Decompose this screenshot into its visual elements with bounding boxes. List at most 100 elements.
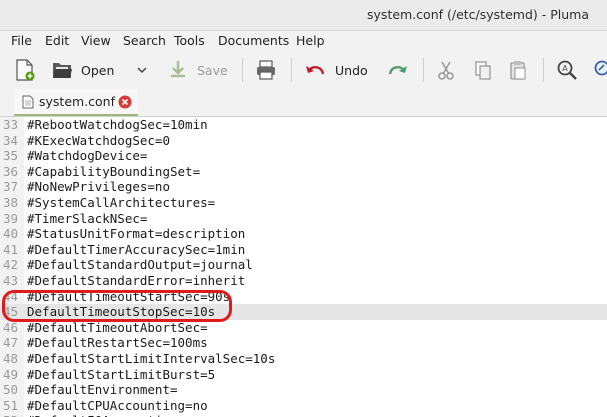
print-icon	[257, 60, 275, 80]
editor-line[interactable]: 45 DefaultTimeoutStopSec=10s	[0, 304, 607, 320]
editor-line[interactable]: 40 #StatusUnitFormat=description	[0, 226, 607, 242]
cut-button[interactable]	[436, 51, 456, 89]
open-label: Open	[81, 62, 115, 78]
line-number: 41	[3, 241, 19, 257]
editor-line[interactable]: 46 #DefaultTimeoutAbortSec=	[0, 320, 607, 336]
line-number: 36	[3, 163, 19, 179]
line-number: 43	[3, 272, 19, 288]
replace-button[interactable]	[592, 51, 607, 89]
toolbar-separator	[543, 58, 544, 82]
document-icon	[22, 95, 34, 109]
new-document-icon	[16, 59, 35, 81]
editor-line[interactable]: 34 #KExecWatchdogSec=0	[0, 133, 607, 149]
save-label: Save	[197, 62, 228, 78]
replace-icon	[594, 60, 607, 76]
find-button[interactable]: A	[556, 51, 578, 89]
line-number: 42	[3, 257, 19, 273]
line-text: #DefaultCPUAccounting=no	[27, 397, 208, 413]
editor-lines: 33 #RebootWatchdogSec=10min 34 #KExecWatchd…	[0, 117, 607, 417]
line-text: #DefaultRestartSec=100ms	[27, 335, 208, 351]
editor-line[interactable]: 42 #DefaultStandardOutput=journal	[0, 257, 607, 273]
line-text: #DefaultStartLimitIntervalSec=10s	[27, 350, 276, 366]
editor-line[interactable]: 44 #DefaultTimeoutStartSec=90s	[0, 289, 607, 305]
editor-line[interactable]: 41 #DefaultTimerAccuracySec=1min	[0, 242, 607, 258]
line-text: #DefaultTimerAccuracySec=1min	[27, 241, 246, 257]
line-number: 48	[3, 350, 19, 366]
find-icon: A	[557, 60, 577, 80]
editor-line[interactable]: 33 #RebootWatchdogSec=10min	[0, 117, 607, 133]
cut-icon	[438, 61, 454, 80]
editor-line[interactable]: 48 #DefaultStartLimitIntervalSec=10s	[0, 351, 607, 367]
toolbar: Open Save Undo A	[0, 51, 607, 90]
menu-edit[interactable]: Edit	[45, 33, 69, 48]
toolbar-separator	[423, 58, 424, 82]
menu-view[interactable]: View	[81, 33, 111, 48]
editor-line[interactable]: 43 #DefaultStandardError=inherit	[0, 273, 607, 289]
close-icon[interactable]	[118, 95, 132, 109]
line-number: 51	[3, 397, 19, 413]
save-icon	[171, 61, 185, 78]
editor-line[interactable]: 51 #DefaultCPUAccounting=no	[0, 398, 607, 414]
line-number: 37	[3, 179, 19, 195]
title-bar[interactable]: system.conf (/etc/systemd) - Pluma	[0, 0, 607, 31]
line-text: #DefaultTimeoutStartSec=90s	[27, 288, 231, 304]
line-number: 46	[3, 319, 19, 335]
menu-tools[interactable]: Tools	[174, 33, 205, 48]
svg-text:A: A	[562, 64, 568, 73]
editor-line[interactable]: 49 #DefaultStartLimitBurst=5	[0, 367, 607, 383]
undo-button[interactable]: Undo	[303, 51, 368, 89]
tab-bar: system.conf	[0, 89, 607, 117]
line-text: #DefaultStandardError=inherit	[27, 272, 246, 288]
line-number: 50	[3, 382, 19, 398]
menu-help[interactable]: Help	[296, 33, 325, 48]
open-button[interactable]: Open	[50, 51, 114, 89]
window-title: system.conf (/etc/systemd) - Pluma	[367, 7, 589, 22]
line-number: 52	[3, 413, 23, 417]
line-text: #StatusUnitFormat=description	[27, 226, 246, 242]
line-number: 44	[3, 288, 19, 304]
paste-button[interactable]	[508, 51, 528, 89]
copy-button[interactable]	[473, 51, 493, 89]
open-folder-icon	[53, 63, 72, 78]
new-document-button[interactable]	[14, 51, 36, 89]
editor-line[interactable]: 37 #NoNewPrivileges=no	[0, 179, 607, 195]
copy-icon	[475, 61, 491, 80]
paste-icon	[510, 61, 526, 80]
line-text: #DefaultIOAccounting=no	[27, 413, 200, 417]
line-text: #TimerSlackNSec=	[27, 210, 148, 226]
line-text: #NoNewPrivileges=no	[27, 179, 170, 195]
line-text: #DefaultStartLimitBurst=5	[27, 366, 216, 382]
undo-label: Undo	[335, 62, 368, 78]
save-button[interactable]: Save	[168, 51, 228, 89]
menu-search[interactable]: Search	[123, 33, 166, 48]
line-number: 35	[3, 148, 19, 164]
text-editor[interactable]: 33 #RebootWatchdogSec=10min 34 #KExecWatchd…	[0, 117, 607, 417]
menu-file[interactable]: File	[11, 33, 32, 48]
menu-bar: File Edit View Search Tools Documents He…	[0, 31, 607, 51]
line-number: 39	[3, 210, 19, 226]
line-number: 33	[3, 117, 19, 132]
line-text: DefaultTimeoutStopSec=10s	[27, 304, 216, 320]
toolbar-separator	[242, 58, 243, 82]
editor-line[interactable]: 52 #DefaultIOAccounting=no	[0, 413, 607, 417]
editor-line[interactable]: 38 #SystemCallArchitectures=	[0, 195, 607, 211]
line-text: #WatchdogDevice=	[27, 148, 148, 164]
editor-line[interactable]: 39 #TimerSlackNSec=	[0, 211, 607, 227]
line-text: #RebootWatchdogSec=10min	[27, 117, 208, 132]
line-number: 49	[3, 366, 19, 382]
tab-system-conf[interactable]: system.conf	[14, 89, 138, 116]
tab-label: system.conf	[39, 94, 116, 109]
line-text: #KExecWatchdogSec=0	[27, 132, 170, 148]
menu-documents[interactable]: Documents	[218, 33, 289, 48]
editor-line[interactable]: 35 #WatchdogDevice=	[0, 148, 607, 164]
editor-line[interactable]: 50 #DefaultEnvironment=	[0, 382, 607, 398]
toolbar-separator	[291, 58, 292, 82]
line-text: #CapabilityBoundingSet=	[27, 163, 201, 179]
line-number: 47	[3, 335, 19, 351]
line-number: 45	[3, 304, 19, 320]
editor-line[interactable]: 36 #CapabilityBoundingSet=	[0, 164, 607, 180]
redo-button[interactable]	[386, 51, 410, 89]
recent-files-dropdown[interactable]	[135, 51, 149, 89]
print-button[interactable]	[255, 51, 277, 89]
editor-line[interactable]: 47 #DefaultRestartSec=100ms	[0, 335, 607, 351]
